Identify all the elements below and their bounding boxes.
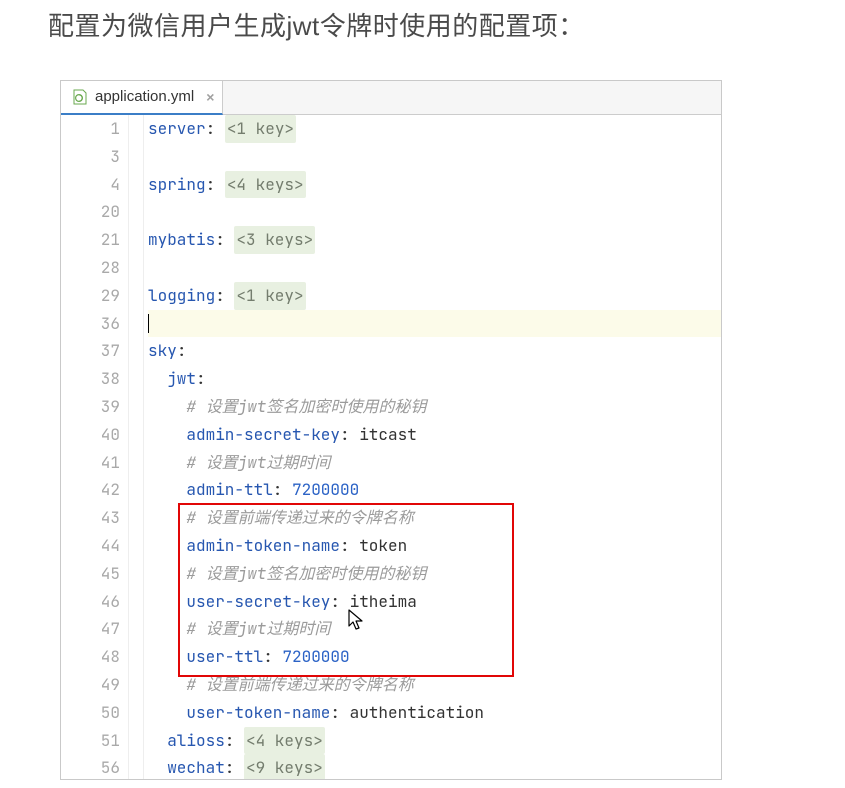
code-line [148, 143, 721, 171]
line-number: 50 [61, 699, 120, 727]
code-line: # 设置jwt签名加密时使用的秘钥 [148, 393, 721, 421]
code-line [148, 198, 721, 226]
line-number: 46 [61, 588, 120, 616]
yaml-key: admin-ttl [186, 476, 272, 504]
yaml-key: user-token-name [186, 699, 330, 727]
code-line-active [148, 310, 721, 338]
line-number: 21 [61, 226, 120, 254]
code-line: spring: <4 keys> [148, 171, 721, 199]
yaml-key: spring [148, 171, 206, 199]
yaml-comment: # 设置jwt签名加密时使用的秘钥 [186, 560, 426, 588]
folded-badge[interactable]: <9 keys> [244, 754, 325, 780]
code-line: wechat: <9 keys> [148, 754, 721, 780]
folded-badge[interactable]: <4 keys> [225, 171, 306, 199]
line-number: 45 [61, 560, 120, 588]
yaml-comment: # 设置前端传递过来的令牌名称 [186, 671, 413, 699]
editor-tab-bar: application.yml × [61, 81, 721, 115]
code-line: admin-token-name: token [148, 532, 721, 560]
yaml-key: logging [148, 282, 215, 310]
code-line: sky: [148, 337, 721, 365]
line-number: 49 [61, 671, 120, 699]
line-number: 47 [61, 615, 120, 643]
tab-filename: application.yml [95, 88, 194, 105]
editor-tab-application-yml[interactable]: application.yml × [61, 80, 223, 115]
code-body: 1 3 4 20 21 28 29 36 37 38 39 40 41 42 4… [61, 115, 721, 780]
close-icon[interactable]: × [206, 89, 214, 105]
page-root: 配置为微信用户生成jwt令牌时使用的配置项： application.yml × [0, 0, 845, 788]
code-line: jwt: [148, 365, 721, 393]
line-number: 41 [61, 449, 120, 477]
folded-badge[interactable]: <1 key> [225, 115, 296, 143]
code-content[interactable]: server: <1 key> spring: <4 keys> mybatis… [144, 115, 721, 780]
line-number: 20 [61, 198, 120, 226]
line-number: 40 [61, 421, 120, 449]
line-number: 4 [61, 171, 120, 199]
yaml-comment: # 设置jwt过期时间 [186, 615, 330, 643]
code-line [148, 254, 721, 282]
code-line: admin-ttl: 7200000 [148, 476, 721, 504]
code-line: # 设置jwt签名加密时使用的秘钥 [148, 560, 721, 588]
code-line: user-secret-key: itheima [148, 588, 721, 616]
line-number: 36 [61, 310, 120, 338]
yaml-value: 7200000 [292, 476, 359, 504]
line-number: 3 [61, 143, 120, 171]
yaml-value: 7200000 [282, 643, 349, 671]
line-number: 28 [61, 254, 120, 282]
yaml-value: token [359, 532, 407, 560]
yaml-key: admin-secret-key [186, 421, 340, 449]
yaml-key: admin-token-name [186, 532, 340, 560]
yaml-comment: # 设置jwt过期时间 [186, 449, 330, 477]
code-line: server: <1 key> [148, 115, 721, 143]
code-line: # 设置前端传递过来的令牌名称 [148, 504, 721, 532]
fold-column [129, 115, 144, 780]
page-heading: 配置为微信用户生成jwt令牌时使用的配置项： [48, 6, 585, 43]
line-number: 51 [61, 727, 120, 755]
yaml-key: jwt [167, 365, 196, 393]
line-number-gutter: 1 3 4 20 21 28 29 36 37 38 39 40 41 42 4… [61, 115, 129, 780]
line-number: 43 [61, 504, 120, 532]
code-editor: application.yml × 1 3 4 20 21 28 29 36 3… [60, 80, 722, 780]
code-line: # 设置前端传递过来的令牌名称 [148, 671, 721, 699]
text-caret [148, 314, 149, 333]
folded-badge[interactable]: <1 key> [234, 282, 305, 310]
yaml-comment: # 设置jwt签名加密时使用的秘钥 [186, 393, 426, 421]
line-number: 42 [61, 476, 120, 504]
code-line: mybatis: <3 keys> [148, 226, 721, 254]
yaml-file-icon [71, 88, 89, 106]
line-number: 39 [61, 393, 120, 421]
line-number: 56 [61, 754, 120, 780]
yaml-key: user-ttl [186, 643, 263, 671]
code-line: # 设置jwt过期时间 [148, 615, 721, 643]
line-number: 1 [61, 115, 120, 143]
code-line: admin-secret-key: itcast [148, 421, 721, 449]
code-line: user-token-name: authentication [148, 699, 721, 727]
code-line: alioss: <4 keys> [148, 727, 721, 755]
yaml-key: mybatis [148, 226, 215, 254]
yaml-value: authentication [350, 699, 484, 727]
yaml-key: wechat [167, 754, 225, 780]
yaml-key: server [148, 115, 206, 143]
line-number: 48 [61, 643, 120, 671]
line-number: 38 [61, 365, 120, 393]
folded-badge[interactable]: <4 keys> [244, 727, 325, 755]
code-line: user-ttl: 7200000 [148, 643, 721, 671]
yaml-key: alioss [167, 727, 225, 755]
folded-badge[interactable]: <3 keys> [234, 226, 315, 254]
line-number: 37 [61, 337, 120, 365]
line-number: 29 [61, 282, 120, 310]
yaml-key: sky [148, 337, 177, 365]
yaml-value: itcast [359, 421, 417, 449]
yaml-value: itheima [350, 588, 417, 616]
code-line: # 设置jwt过期时间 [148, 449, 721, 477]
yaml-comment: # 设置前端传递过来的令牌名称 [186, 504, 413, 532]
yaml-key: user-secret-key [186, 588, 330, 616]
line-number: 44 [61, 532, 120, 560]
code-line: logging: <1 key> [148, 282, 721, 310]
